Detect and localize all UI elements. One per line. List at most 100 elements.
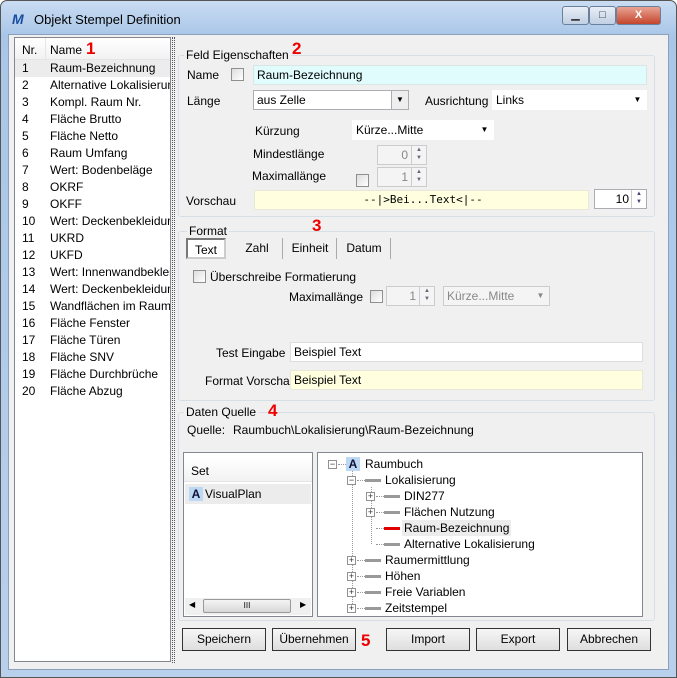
expand-icon[interactable]: + xyxy=(347,588,356,597)
ausrichtung-select[interactable]: Links ▼ xyxy=(492,90,647,110)
tree-label: Flächen Nutzung xyxy=(404,505,495,519)
vorschau-num: 10 xyxy=(615,192,629,206)
item-nr: 7 xyxy=(22,163,29,177)
scroll-left-icon[interactable]: ◀ xyxy=(189,600,195,609)
format-legend: Format xyxy=(187,224,230,238)
item-name: Wert: Innenwandbekleidung xyxy=(50,265,170,279)
item-name: UKRD xyxy=(50,231,85,245)
cancel-button[interactable]: Abbrechen xyxy=(567,628,651,651)
list-item[interactable]: 11 UKRD xyxy=(15,230,170,247)
maximal-spinner[interactable]: 1 ▲ ▼ xyxy=(377,167,427,187)
export-button[interactable]: Export xyxy=(476,628,560,651)
list-item[interactable]: 8 OKRF xyxy=(15,179,170,196)
annotation-2: 2 xyxy=(292,39,302,58)
source-tree[interactable]: − A Raumbuch − Lokalisierung + DIN277 + Flächen … xyxy=(317,452,643,617)
item-name: Fläche SNV xyxy=(50,350,115,364)
quelle-legend: Daten Quelle xyxy=(184,405,259,419)
spin-arrows-icon[interactable]: ▲ ▼ xyxy=(411,146,426,164)
arrow-icon xyxy=(384,527,400,530)
maximal-checkbox[interactable] xyxy=(356,174,369,187)
tab-text[interactable]: Text xyxy=(186,238,226,259)
item-nr: 20 xyxy=(22,384,36,398)
list-item[interactable]: 6 Raum Umfang xyxy=(15,145,170,162)
set-header[interactable]: Set xyxy=(184,458,312,482)
vorschau-length-spinner[interactable]: 10 ▲ ▼ xyxy=(594,189,647,209)
list-item[interactable]: 9 OKFF xyxy=(15,196,170,213)
field-list[interactable]: Nr. Name 1 Raum-Bezeichnung 2 Alternative L… xyxy=(14,37,171,662)
override-checkbox[interactable] xyxy=(193,270,206,283)
list-item[interactable]: 12 UKFD xyxy=(15,247,170,264)
mindest-spinner[interactable]: 0 ▲ ▼ xyxy=(377,145,427,165)
laenge-select[interactable]: aus Zelle ▼ xyxy=(253,90,409,110)
apply-button[interactable]: Übernehmen xyxy=(272,628,356,651)
list-item[interactable]: 18 Fläche SNV xyxy=(15,349,170,366)
horizontal-scrollbar[interactable]: ◀ III ▶ xyxy=(185,598,311,615)
vorschau-label: Vorschau xyxy=(186,194,237,208)
item-name: Raum-Bezeichnung xyxy=(50,61,156,75)
spin-arrows-icon[interactable]: ▲ ▼ xyxy=(419,287,434,305)
maximal-label: Maximallänge xyxy=(252,169,327,183)
expand-icon[interactable]: + xyxy=(347,604,356,613)
format-kuerzung-select[interactable]: Kürze...Mitte ▼ xyxy=(443,286,550,306)
collapse-icon[interactable]: − xyxy=(347,476,356,485)
list-item[interactable]: 19 Fläche Durchbrüche xyxy=(15,366,170,383)
item-name: OKFF xyxy=(50,197,82,211)
import-button[interactable]: Import xyxy=(386,628,470,651)
minimize-button[interactable]: ▁ xyxy=(562,6,589,25)
arrow-icon xyxy=(365,575,381,578)
arrow-icon xyxy=(384,543,400,546)
list-item[interactable]: 3 Kompl. Raum Nr. xyxy=(15,94,170,111)
list-item[interactable]: 1 Raum-Bezeichnung xyxy=(15,60,170,77)
spin-arrows-icon[interactable]: ▲ ▼ xyxy=(631,190,646,208)
list-item[interactable]: 15 Wandflächen im Raum xyxy=(15,298,170,315)
expand-icon[interactable]: + xyxy=(366,492,375,501)
item-nr: 18 xyxy=(22,350,36,364)
format-vorschau-label: Format Vorschau xyxy=(205,374,297,388)
save-button[interactable]: Speichern xyxy=(182,628,266,651)
item-nr: 1 xyxy=(22,61,29,75)
list-item[interactable]: 5 Fläche Netto xyxy=(15,128,170,145)
name-label: Name xyxy=(187,68,220,82)
scroll-thumb[interactable]: III xyxy=(203,599,291,613)
col-name[interactable]: Name xyxy=(50,43,82,57)
item-name: OKRF xyxy=(50,180,84,194)
expand-icon[interactable]: + xyxy=(366,508,375,517)
kuerzung-select[interactable]: Kürze...Mitte ▼ xyxy=(352,120,494,140)
expand-icon[interactable]: + xyxy=(347,572,356,581)
item-nr: 10 xyxy=(22,214,36,228)
arrow-icon xyxy=(365,559,381,562)
list-item[interactable]: 14 Wert: Deckenbekleidung xyxy=(15,281,170,298)
item-nr: 19 xyxy=(22,367,36,381)
list-item[interactable]: 4 Fläche Brutto xyxy=(15,111,170,128)
tab-einheit[interactable]: Einheit xyxy=(284,238,337,259)
format-maximal-label: Maximallänge xyxy=(289,290,364,304)
list-item[interactable]: 2 Alternative Lokalisierung xyxy=(15,77,170,94)
set-item-visualplan[interactable]: A VisualPlan xyxy=(185,484,311,504)
item-nr: 14 xyxy=(22,282,36,296)
scroll-right-icon[interactable]: ▶ xyxy=(300,600,306,609)
list-item[interactable]: 16 Fläche Fenster xyxy=(15,315,170,332)
list-item[interactable]: 13 Wert: Innenwandbekleidung xyxy=(15,264,170,281)
chevron-down-icon: ▼ xyxy=(536,291,545,300)
test-input[interactable]: Beispiel Text xyxy=(290,342,643,362)
list-item[interactable]: 20 Fläche Abzug xyxy=(15,383,170,400)
collapse-icon[interactable]: − xyxy=(328,460,337,469)
col-nr[interactable]: Nr. xyxy=(22,43,37,57)
vorschau-field: --|>Bei...Text<|-- xyxy=(254,190,589,210)
list-item[interactable]: 10 Wert: Deckenbekleidung xyxy=(15,213,170,230)
name-checkbox[interactable] xyxy=(231,68,244,81)
format-maximal-checkbox[interactable] xyxy=(370,290,383,303)
list-item[interactable]: 17 Fläche Türen xyxy=(15,332,170,349)
splitter[interactable] xyxy=(172,37,175,663)
expand-icon[interactable]: + xyxy=(347,556,356,565)
close-button[interactable]: X xyxy=(616,6,661,25)
name-input[interactable]: Raum-Bezeichnung xyxy=(253,65,647,85)
item-nr: 8 xyxy=(22,180,29,194)
spin-arrows-icon[interactable]: ▲ ▼ xyxy=(411,168,426,186)
maximize-button[interactable]: □ xyxy=(589,6,616,25)
tab-zahl[interactable]: Zahl xyxy=(232,238,283,259)
set-list[interactable]: Set A VisualPlan ◀ III ▶ xyxy=(183,452,313,617)
tab-datum[interactable]: Datum xyxy=(338,238,391,259)
format-maximal-spinner[interactable]: 1 ▲ ▼ xyxy=(386,286,435,306)
list-item[interactable]: 7 Wert: Bodenbeläge xyxy=(15,162,170,179)
